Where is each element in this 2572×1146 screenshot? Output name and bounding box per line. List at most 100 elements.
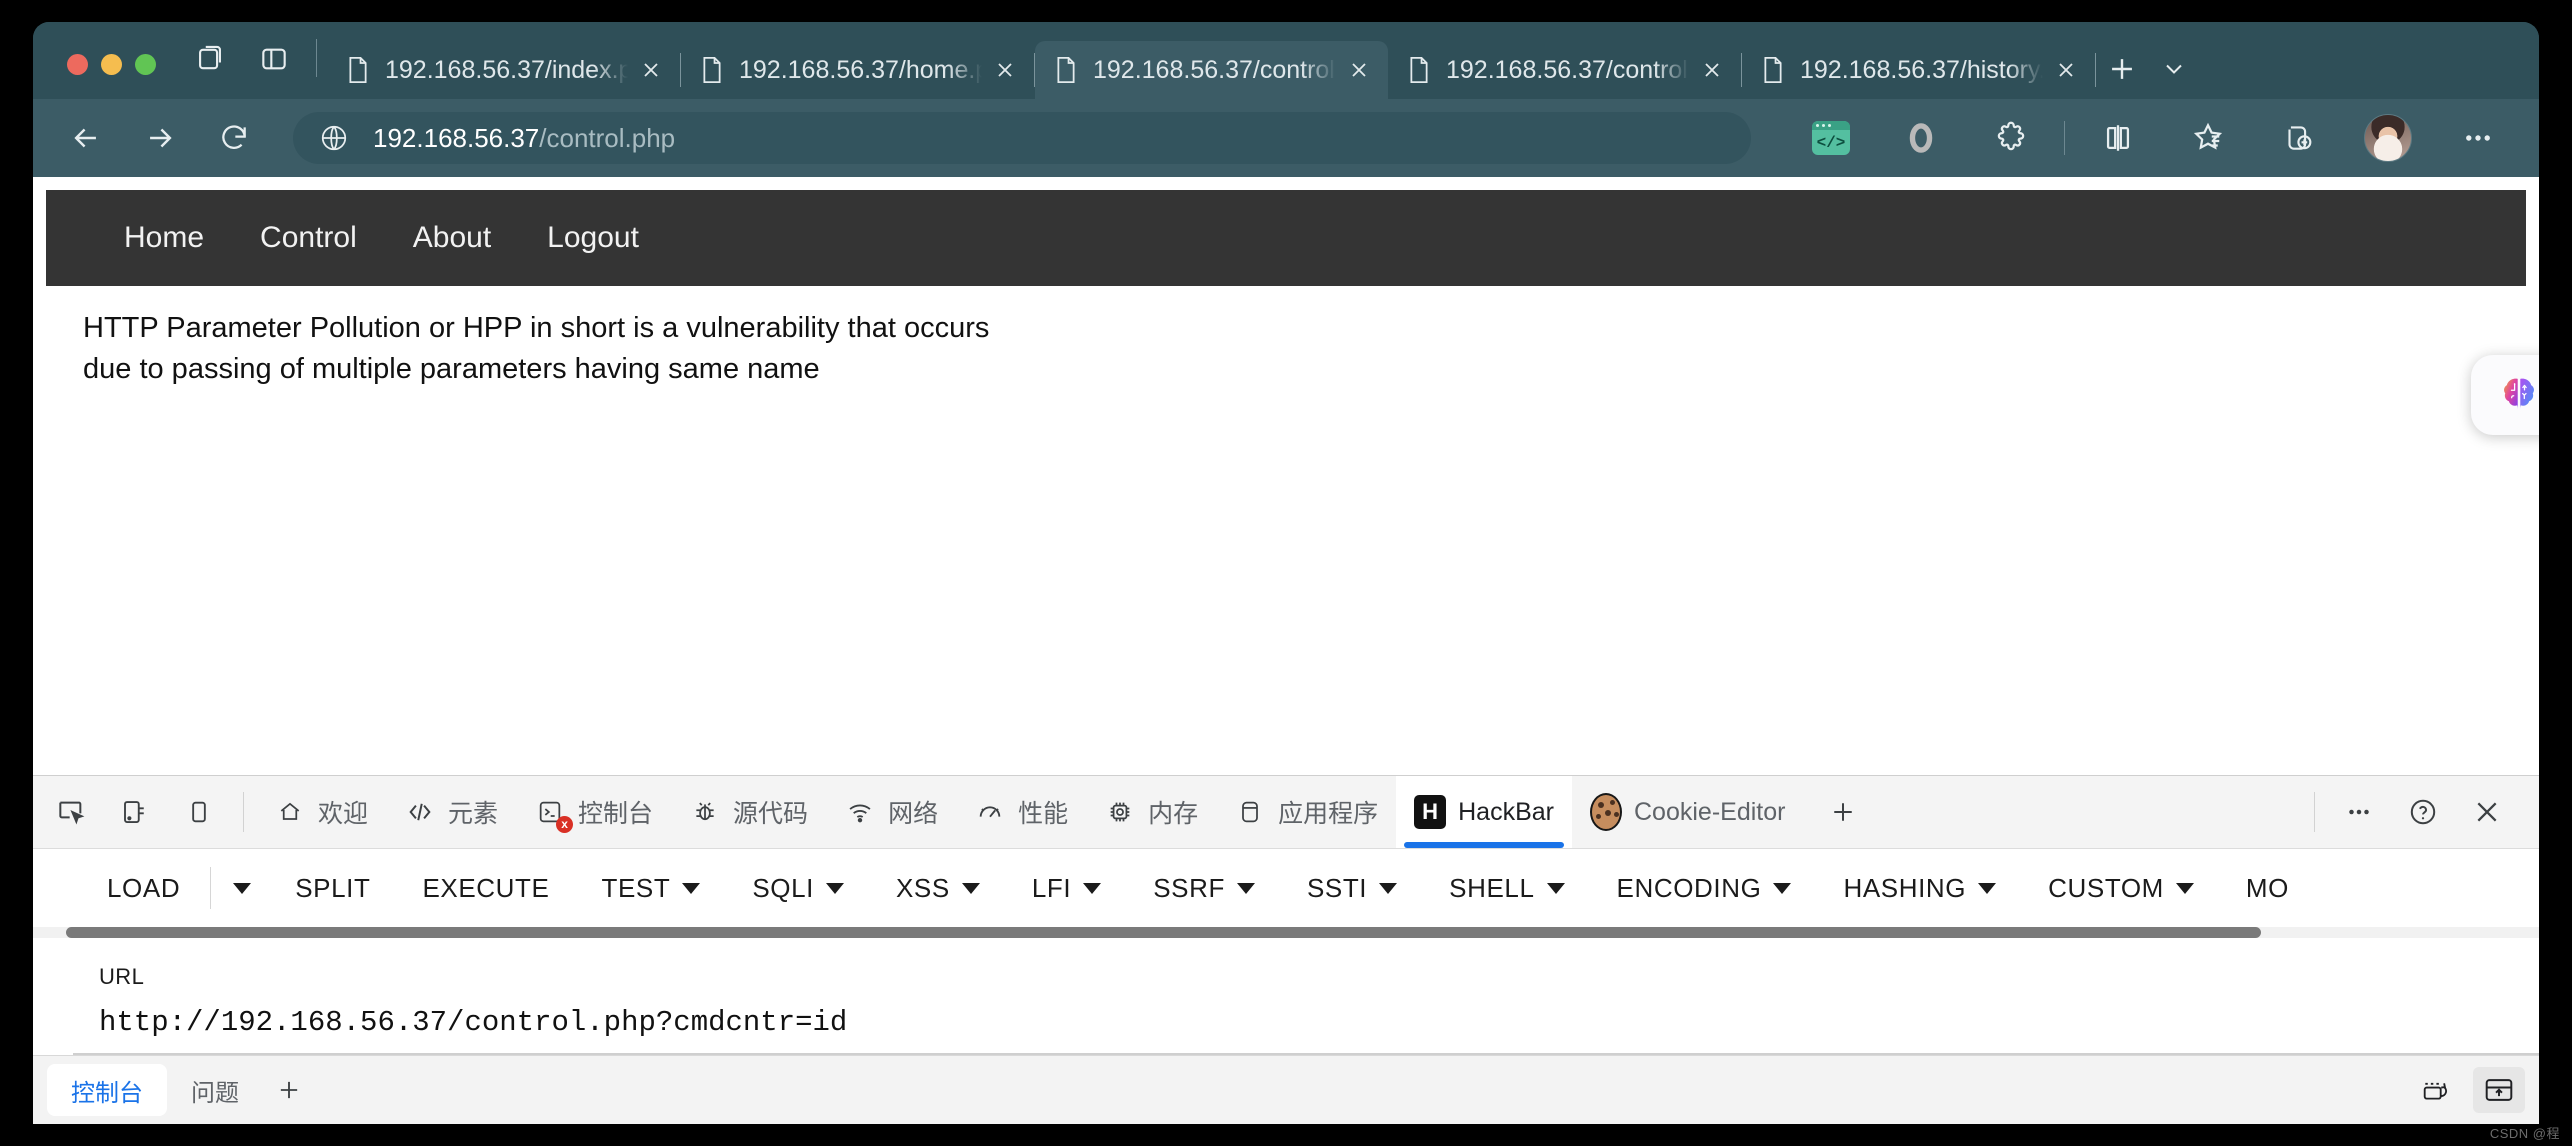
move-to-top-icon[interactable] <box>2473 1067 2525 1113</box>
devtools-tabbar-actions <box>2302 784 2533 840</box>
browser-tab-2[interactable]: 192.168.56.37/control. <box>1035 41 1388 99</box>
address-bar[interactable]: 192.168.56.37/control.php <box>293 112 1751 164</box>
hackbar-execute-button[interactable]: EXECUTE <box>396 873 575 904</box>
close-tab-button[interactable] <box>1689 47 1735 93</box>
devtools-tab-sources[interactable]: 源代码 <box>671 776 826 848</box>
hackbar-sqli-menu[interactable]: SQLI <box>726 873 870 904</box>
hackbar-encoding-label: ENCODING <box>1616 872 1762 903</box>
hackbar-hashing-menu[interactable]: HASHING <box>1817 873 2022 904</box>
site-nav-link-home[interactable]: Home <box>96 221 232 255</box>
hackbar-extension-icon[interactable]: </> <box>1800 107 1862 169</box>
console-icon: x <box>534 796 574 833</box>
performance-icon <box>974 796 1006 828</box>
inspect-element-icon[interactable] <box>43 784 99 840</box>
browser-tab-1[interactable]: 192.168.56.37/home.ph <box>681 41 1034 99</box>
drawer-tab-issues[interactable]: 问题 <box>167 1064 263 1116</box>
devtools-tab-console[interactable]: x 控制台 <box>516 776 671 848</box>
close-tab-button[interactable] <box>1336 47 1382 93</box>
devtools-tab-memory[interactable]: 内存 <box>1086 776 1216 848</box>
site-nav-link-control[interactable]: Control <box>232 221 385 255</box>
chevron-down-icon[interactable] <box>2148 43 2200 95</box>
tab-panel-icon[interactable] <box>248 33 300 85</box>
bug-sources-icon <box>689 796 721 828</box>
new-tab-button[interactable] <box>2096 43 2148 95</box>
devtools-tab-label: 控制台 <box>578 800 654 828</box>
maximize-window-button[interactable] <box>135 54 156 75</box>
hackbar-ssti-menu[interactable]: SSTI <box>1281 873 1423 904</box>
devtools-tab-application[interactable]: 应用程序 <box>1216 776 1396 848</box>
hackbar-url-section: URL http://192.168.56.37/control.php?cmd… <box>33 938 2539 1055</box>
settings-more-icon[interactable] <box>2447 107 2509 169</box>
hackbar-test-menu[interactable]: TEST <box>575 873 726 904</box>
ai-brain-icon[interactable] <box>2471 355 2539 435</box>
split-screen-icon[interactable] <box>2087 107 2149 169</box>
devtools-tab-elements[interactable]: 元素 <box>386 776 516 848</box>
devtools-tab-label: 内存 <box>1148 800 1199 828</box>
profile-avatar[interactable] <box>2357 107 2419 169</box>
reload-icon[interactable] <box>203 107 265 169</box>
collections-icon[interactable] <box>2267 107 2329 169</box>
devtools-tab-label: 性能 <box>1018 800 1069 828</box>
minimize-window-button[interactable] <box>101 54 122 75</box>
hackbar-split-button[interactable]: SPLIT <box>269 873 396 904</box>
site-nav-link-about[interactable]: About <box>385 221 519 255</box>
drawer-tab-console[interactable]: 控制台 <box>47 1064 167 1116</box>
page-icon <box>699 55 725 85</box>
scrollbar-thumb[interactable] <box>66 927 2261 938</box>
hackbar-ssti-label: SSTI <box>1306 872 1368 903</box>
extensions-puzzle-icon[interactable] <box>1980 107 2042 169</box>
browser-window: 192.168.56.37/index.ph 192.168.56.37/hom… <box>33 22 2539 1124</box>
add-drawer-tab-button[interactable] <box>263 1064 315 1116</box>
hackbar-load-dropdown[interactable] <box>215 882 269 894</box>
device-toolbar-icon[interactable] <box>107 784 163 840</box>
devtools-tab-network[interactable]: 网络 <box>826 776 956 848</box>
hackbar-custom-menu[interactable]: CUSTOM <box>2022 873 2220 904</box>
help-icon[interactable] <box>2395 784 2451 840</box>
dock-side-icon[interactable] <box>171 784 227 840</box>
url-input[interactable]: http://192.168.56.37/control.php?cmdcntr… <box>99 1006 2539 1053</box>
toolbar-icon-group: </> <box>1786 107 2523 169</box>
hackbar-sqli-label: SQLI <box>752 872 814 903</box>
page-body-line-2: due to passing of multiple parameters ha… <box>83 353 820 386</box>
devtools-tab-cookie-editor[interactable]: Cookie-Editor <box>1572 776 1803 848</box>
favorites-star-icon[interactable] <box>2177 107 2239 169</box>
hackbar-chip: </> <box>1812 121 1850 155</box>
browser-tab-3[interactable]: 192.168.56.37/control. <box>1388 41 1741 99</box>
site-nav-link-logout[interactable]: Logout <box>519 221 667 255</box>
back-arrow-icon[interactable] <box>55 107 117 169</box>
page-body-text: HTTP Parameter Pollution or HPP in short… <box>33 286 2539 390</box>
hackbar-more-menu[interactable]: MO <box>2220 873 2315 904</box>
close-tab-button[interactable] <box>628 47 674 93</box>
hackbar-encoding-menu[interactable]: ENCODING <box>1591 873 1818 904</box>
add-devtools-tab-button[interactable] <box>1815 784 1871 840</box>
devtools-panel: 欢迎 元素 x 控制台 源代码 网络 性能 内存 应用程序 H HackBar … <box>33 775 2539 1124</box>
workspaces-icon[interactable] <box>184 33 236 85</box>
opera-gx-ring-icon[interactable] <box>1890 107 1952 169</box>
memory-chip-icon <box>1104 796 1136 828</box>
hackbar-lfi-menu[interactable]: LFI <box>1006 873 1127 904</box>
close-window-button[interactable] <box>67 54 88 75</box>
hackbar-logo: H <box>1414 795 1447 829</box>
hackbar-shell-menu[interactable]: SHELL <box>1423 873 1590 904</box>
close-devtools-icon[interactable] <box>2459 784 2515 840</box>
tab-strip: 192.168.56.37/index.ph 192.168.56.37/hom… <box>33 22 2539 99</box>
devtools-tab-label: 网络 <box>888 800 939 828</box>
close-tab-button[interactable] <box>2043 47 2089 93</box>
hackbar-ssrf-menu[interactable]: SSRF <box>1127 873 1281 904</box>
hackbar-xss-menu[interactable]: XSS <box>870 873 1006 904</box>
close-tab-button[interactable] <box>982 47 1028 93</box>
page-body-line-1: HTTP Parameter Pollution or HPP in short… <box>83 312 990 344</box>
devtools-tab-hackbar[interactable]: H HackBar <box>1396 776 1572 848</box>
more-options-icon[interactable] <box>2331 784 2387 840</box>
network-wifi-icon <box>844 796 876 828</box>
browser-tab-4[interactable]: 192.168.56.37/history.p <box>1742 41 2095 99</box>
forward-arrow-icon[interactable] <box>129 107 191 169</box>
devtools-tab-welcome[interactable]: 欢迎 <box>256 776 386 848</box>
chevron-down-icon <box>1978 882 1997 894</box>
restore-layout-icon[interactable] <box>2411 1067 2463 1113</box>
hackbar-xss-label: XSS <box>895 872 950 903</box>
hackbar-load-button[interactable]: LOAD <box>81 873 206 904</box>
hackbar-toolbar-scrollbar[interactable] <box>33 927 2539 938</box>
browser-tab-0[interactable]: 192.168.56.37/index.ph <box>327 41 680 99</box>
devtools-tab-performance[interactable]: 性能 <box>956 776 1086 848</box>
